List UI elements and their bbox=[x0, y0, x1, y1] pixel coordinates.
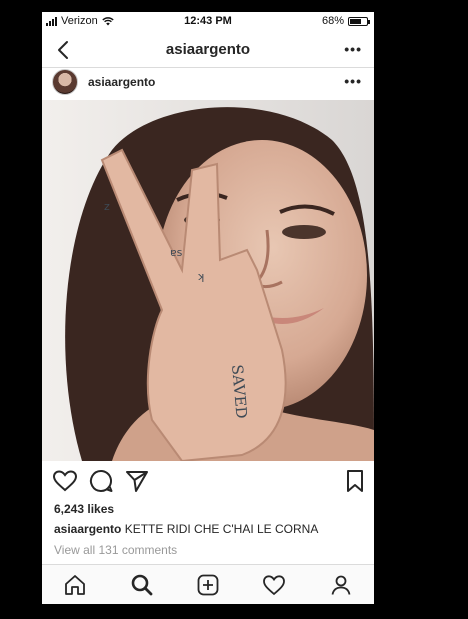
post-photo[interactable]: SAVED ɐs ʞ z bbox=[42, 100, 374, 461]
caption-username[interactable]: asiaargento bbox=[54, 522, 121, 536]
battery-icon bbox=[348, 16, 370, 26]
view-comments-link[interactable]: View all 131 comments bbox=[54, 543, 177, 557]
tab-activity[interactable] bbox=[241, 565, 307, 604]
heart-icon[interactable] bbox=[52, 468, 78, 494]
profile-icon bbox=[331, 575, 351, 595]
tab-profile[interactable] bbox=[308, 565, 374, 604]
add-post-icon bbox=[197, 574, 219, 595]
post-more-options-icon[interactable]: ••• bbox=[344, 73, 362, 89]
post-caption: asiaargento KETTE RIDI CHE C'HAI LE CORN… bbox=[54, 522, 318, 536]
tab-home[interactable] bbox=[42, 565, 108, 604]
more-options-icon[interactable]: ••• bbox=[344, 41, 362, 57]
battery-percent: 68% bbox=[321, 15, 344, 27]
post-actions bbox=[42, 468, 374, 496]
post-header: asiaargento ••• bbox=[42, 68, 374, 98]
status-right: 68% bbox=[321, 15, 370, 27]
search-icon bbox=[131, 574, 153, 595]
post-username[interactable]: asiaargento bbox=[88, 75, 155, 89]
avatar[interactable] bbox=[52, 69, 78, 95]
caption-text: KETTE RIDI CHE C'HAI LE CORNA bbox=[124, 522, 319, 536]
nav-header: asiaargento ••• bbox=[42, 32, 374, 68]
tab-search[interactable] bbox=[108, 565, 174, 604]
bottom-tab-bar bbox=[42, 564, 374, 604]
comment-bubble-icon[interactable] bbox=[88, 468, 114, 494]
home-icon bbox=[65, 574, 86, 595]
svg-text:z: z bbox=[104, 200, 110, 213]
tab-add-post[interactable] bbox=[175, 565, 241, 604]
paper-plane-icon[interactable] bbox=[124, 468, 150, 494]
page-title: asiaargento bbox=[165, 41, 251, 58]
bookmark-icon[interactable] bbox=[342, 468, 368, 494]
post-photo-image: SAVED ɐs ʞ z bbox=[42, 100, 374, 461]
svg-text:ɐs: ɐs bbox=[170, 246, 183, 259]
phone-screen: Verizon 12:43 PM 68% asiaargento ••• asi… bbox=[42, 12, 374, 604]
likes-count[interactable]: 6,243 likes bbox=[54, 502, 114, 516]
activity-heart-icon bbox=[263, 574, 286, 595]
status-bar: Verizon 12:43 PM 68% bbox=[42, 12, 374, 30]
svg-text:ʞ: ʞ bbox=[197, 270, 204, 283]
